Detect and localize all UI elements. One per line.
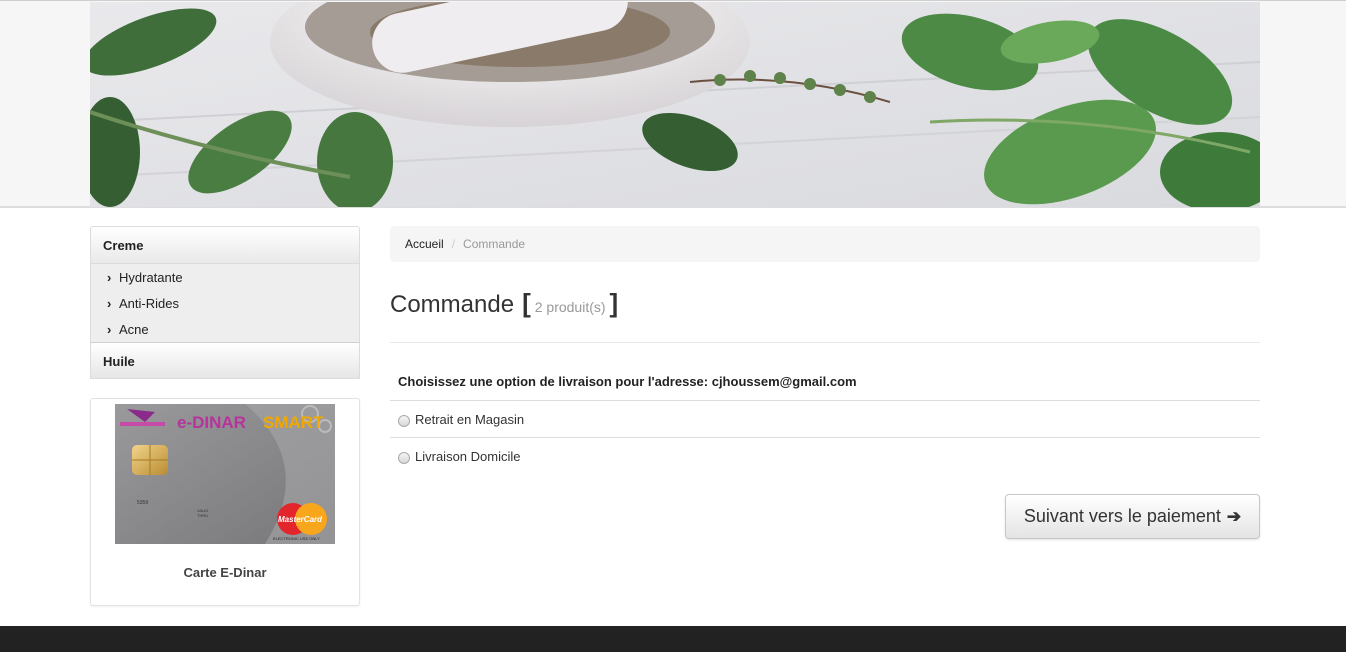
- page-title-bracket-close: ]: [609, 288, 619, 318]
- edinar-card-image[interactable]: e-DINAR SMART 5359 VALID THRU MasterCard…: [115, 404, 335, 544]
- page-title-text: Commande: [390, 291, 515, 318]
- breadcrumb: Accueil / Commande: [390, 226, 1260, 262]
- breadcrumb-current: Commande: [463, 237, 526, 251]
- divider: [390, 437, 1260, 438]
- arrow-right-icon: ➔: [1226, 506, 1242, 526]
- svg-text:MasterCard: MasterCard: [278, 515, 323, 524]
- chevron-right-icon: ›: [107, 321, 112, 337]
- breadcrumb-home-link[interactable]: Accueil: [405, 237, 444, 251]
- chevron-right-icon: ›: [107, 269, 112, 285]
- subcategory-anti-rides[interactable]: › Anti-Rides: [91, 290, 359, 316]
- page-title-bracket-open: [: [522, 288, 531, 318]
- subcategory-label: Anti-Rides: [119, 295, 179, 311]
- main-content: Accueil / Commande Commande [ 2 produit(…: [390, 226, 1260, 539]
- svg-text:THRU: THRU: [197, 513, 208, 518]
- page-title: Commande [ 2 produit(s) ]: [390, 288, 618, 319]
- divider: [390, 400, 1260, 401]
- category-huile[interactable]: Huile: [90, 342, 360, 379]
- subcategory-label: Acne: [119, 321, 149, 337]
- svg-text:e-DINAR: e-DINAR: [177, 413, 246, 432]
- breadcrumb-separator: /: [451, 237, 456, 251]
- category-creme-list: › Hydratante › Anti-Rides › Acne: [90, 264, 360, 342]
- svg-text:ELECTRONIC USE ONLY: ELECTRONIC USE ONLY: [273, 536, 320, 541]
- shipping-heading: Choisissez une option de livraison pour …: [398, 374, 857, 389]
- radio-home-delivery[interactable]: [398, 451, 410, 464]
- svg-text:SMART: SMART: [263, 413, 324, 432]
- banner-image: [90, 2, 1260, 207]
- edinar-card-caption[interactable]: Carte E-Dinar: [91, 565, 359, 580]
- svg-text:5359: 5359: [137, 500, 148, 506]
- product-count: 2 produit(s): [534, 299, 606, 315]
- next-to-payment-button[interactable]: Suivant vers le paiement ➔: [1005, 494, 1260, 539]
- next-button-label: Suivant vers le paiement: [1023, 506, 1221, 526]
- subcategory-label: Hydratante: [119, 269, 183, 285]
- radio-store-pickup[interactable]: [398, 414, 410, 427]
- header-banner-area: [0, 0, 1346, 208]
- category-sidebar: Creme › Hydratante › Anti-Rides › Acne H…: [90, 226, 360, 379]
- subcategory-hydratante[interactable]: › Hydratante: [91, 264, 359, 290]
- category-creme[interactable]: Creme: [90, 226, 360, 264]
- shipping-option-store-pickup[interactable]: Retrait en Magasin: [398, 412, 524, 427]
- subcategory-acne[interactable]: › Acne: [91, 316, 359, 342]
- divider: [390, 342, 1260, 343]
- shipping-option-label: Retrait en Magasin: [415, 412, 525, 427]
- shipping-option-label: Livraison Domicile: [415, 449, 521, 464]
- edinar-card-panel: e-DINAR SMART 5359 VALID THRU MasterCard…: [90, 398, 360, 606]
- herbs-mortar-banner-icon: [90, 2, 1260, 207]
- footer-bar: [0, 626, 1346, 652]
- edinar-card-icon: e-DINAR SMART 5359 VALID THRU MasterCard…: [115, 404, 335, 544]
- chevron-right-icon: ›: [107, 295, 112, 311]
- shipping-option-home-delivery[interactable]: Livraison Domicile: [398, 449, 520, 464]
